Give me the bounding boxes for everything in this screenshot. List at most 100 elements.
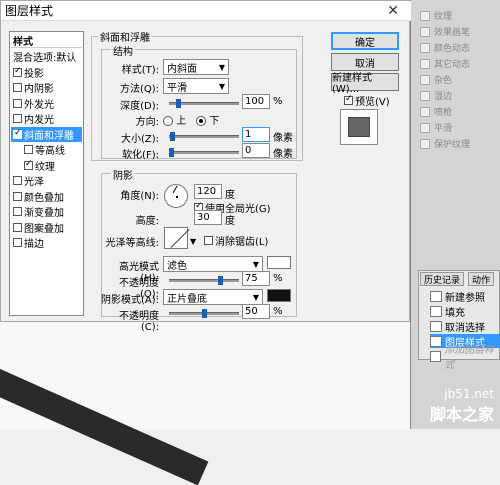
style-checkbox[interactable]: [24, 145, 33, 154]
option-checkbox[interactable]: [420, 74, 430, 85]
style-label: 样式(T):: [121, 65, 159, 76]
brush-option-item[interactable]: 颜色动态: [420, 40, 500, 55]
style-checkbox[interactable]: [13, 128, 22, 139]
opacity2-input[interactable]: 50: [242, 304, 270, 319]
depth-label: 深度(D):: [120, 101, 159, 112]
radio-down[interactable]: [196, 116, 206, 126]
option-label: 其它动态: [434, 60, 471, 70]
brush-option-item[interactable]: 平滑: [420, 120, 500, 135]
option-checkbox[interactable]: [420, 26, 430, 37]
style-checkbox[interactable]: [13, 176, 22, 185]
brush-option-item[interactable]: 保护纹理: [420, 136, 500, 151]
highlight-value: 滤色: [167, 260, 187, 272]
preview-checkbox[interactable]: [344, 94, 353, 105]
option-checkbox[interactable]: [420, 122, 430, 133]
angle-input[interactable]: 120: [194, 184, 222, 199]
style-checkbox[interactable]: [13, 207, 22, 216]
brush-option-item[interactable]: 纹理: [420, 8, 500, 23]
slider-thumb[interactable]: [201, 309, 207, 318]
preview-label: 预览(V): [355, 97, 390, 108]
style-item[interactable]: 外发光: [11, 96, 82, 111]
structure-title: 结构: [111, 43, 135, 58]
option-checkbox[interactable]: [420, 58, 430, 69]
soften-input[interactable]: 0: [242, 143, 270, 158]
style-item[interactable]: 光泽: [11, 173, 82, 188]
slider-thumb[interactable]: [169, 148, 174, 157]
ok-button[interactable]: 确定: [331, 32, 399, 50]
option-checkbox[interactable]: [420, 42, 430, 53]
close-icon[interactable]: ✕: [387, 3, 399, 19]
style-checkbox[interactable]: [13, 98, 22, 108]
angle-dial[interactable]: [164, 184, 188, 208]
slider-thumb[interactable]: [170, 132, 176, 141]
style-item-label: 外发光: [24, 99, 54, 111]
history-item[interactable]: 添加图层样式: [430, 345, 500, 371]
style-item[interactable]: 渐变叠加: [11, 204, 82, 219]
shadow-color-swatch[interactable]: [267, 289, 291, 302]
history-item-label: 新建参照: [445, 292, 485, 304]
style-checkbox[interactable]: [13, 238, 22, 247]
tab-history[interactable]: 历史记录: [420, 272, 465, 286]
size-slider[interactable]: [169, 132, 239, 141]
altitude-input[interactable]: 30: [194, 210, 222, 225]
style-item[interactable]: 混合选项:默认: [11, 49, 82, 64]
style-item[interactable]: 内阴影: [11, 80, 82, 95]
style-item[interactable]: 等高线: [22, 142, 82, 157]
style-item[interactable]: 投影: [11, 65, 82, 80]
option-checkbox[interactable]: [420, 90, 430, 101]
slider-thumb[interactable]: [217, 276, 223, 285]
style-item-label: 渐变叠加: [24, 208, 64, 219]
new-style-button[interactable]: 新建样式(W)...: [331, 73, 399, 95]
style-checkbox[interactable]: [13, 114, 22, 123]
brush-option-item[interactable]: 其它动态: [420, 56, 500, 71]
option-checkbox[interactable]: [420, 138, 430, 149]
style-item[interactable]: 纹理: [22, 158, 82, 173]
history-item-label: 取消选择: [445, 322, 485, 334]
depth-slider[interactable]: [169, 99, 239, 108]
slider-thumb[interactable]: [175, 99, 181, 108]
option-label: 喷枪: [434, 108, 453, 118]
direction-down[interactable]: 下: [196, 112, 219, 127]
style-checkbox[interactable]: [13, 191, 22, 201]
style-checkbox[interactable]: [13, 83, 22, 92]
soften-slider[interactable]: [169, 148, 239, 157]
style-item-label: 内阴影: [24, 84, 54, 95]
style-checkbox[interactable]: [24, 159, 33, 170]
method-select[interactable]: 平滑 ▼: [163, 78, 229, 94]
style-select[interactable]: 内斜面 ▼: [163, 59, 229, 75]
history-item[interactable]: 取消选择: [430, 319, 500, 334]
history-item[interactable]: 新建参照: [430, 289, 500, 304]
tab-actions[interactable]: 动作: [468, 272, 495, 286]
option-checkbox[interactable]: [420, 10, 430, 21]
style-item[interactable]: 斜面和浮雕: [11, 126, 82, 142]
brush-option-item[interactable]: 杂色: [420, 72, 500, 87]
highlight-color-swatch[interactable]: [267, 256, 291, 269]
option-checkbox[interactable]: [420, 106, 430, 117]
shadow-select[interactable]: 正片叠底 ▼: [163, 289, 263, 305]
style-checkbox[interactable]: [13, 66, 22, 77]
style-item[interactable]: 描边: [11, 235, 82, 250]
size-input[interactable]: 1: [242, 127, 270, 142]
style-item[interactable]: 内发光: [11, 111, 82, 126]
direction-up[interactable]: 上: [163, 112, 186, 127]
style-item[interactable]: 颜色叠加: [11, 189, 82, 204]
style-checkbox[interactable]: [13, 222, 22, 232]
highlight-select[interactable]: 滤色 ▼: [163, 256, 263, 272]
opacity1-slider[interactable]: [169, 276, 239, 285]
antialias-check[interactable]: 消除锯齿(L): [204, 233, 268, 248]
history-item[interactable]: 填充: [430, 304, 500, 319]
brush-option-item[interactable]: 效果画笔: [420, 24, 500, 39]
opacity2-unit: %: [273, 306, 283, 317]
style-item[interactable]: 图案叠加: [11, 220, 82, 235]
preview-check[interactable]: 预览(V): [344, 93, 390, 108]
brush-option-item[interactable]: 喷枪: [420, 104, 500, 119]
antialias-checkbox[interactable]: [204, 236, 213, 245]
opacity2-slider[interactable]: [169, 309, 239, 318]
gloss-contour[interactable]: [164, 227, 190, 249]
radio-up[interactable]: [163, 116, 173, 126]
depth-input[interactable]: 100: [242, 94, 270, 109]
opacity1-input[interactable]: 75: [242, 271, 270, 286]
opacity1-unit: %: [273, 273, 283, 284]
chevron-down-icon[interactable]: ▼: [190, 237, 196, 246]
brush-option-item[interactable]: 湿边: [420, 88, 500, 103]
